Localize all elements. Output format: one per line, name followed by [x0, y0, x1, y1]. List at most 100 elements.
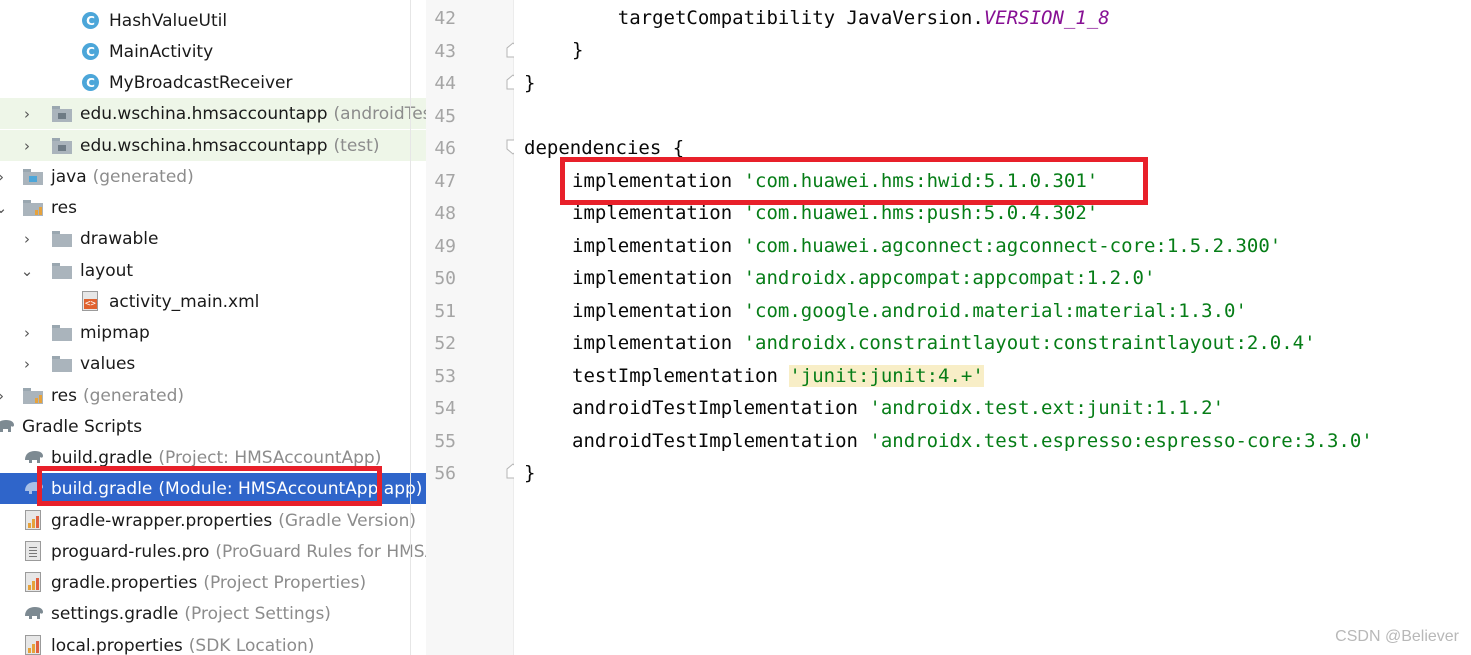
code-editor[interactable]: targetCompatibility JavaVersion.VERSION_…: [514, 0, 1471, 655]
tree-item-mybroadcastreceiver[interactable]: C MyBroadcastReceiver: [0, 67, 426, 98]
code-text: testImplementation: [572, 365, 790, 387]
tree-item-label: gradle.properties: [51, 572, 198, 593]
tree-item-label: values: [80, 353, 136, 374]
code-string: 'androidx.constraintlayout:constraintlay…: [743, 332, 1316, 354]
tree-item-sub: (ProGuard Rules for HMSA: [215, 541, 426, 562]
code-text: }: [524, 72, 536, 94]
line-number: 53: [434, 366, 456, 387]
package-folder-icon: [52, 106, 72, 122]
chevron-right-icon[interactable]: ›: [0, 387, 10, 405]
tree-item-sub: (Project Settings): [184, 603, 331, 624]
folder-icon: [52, 325, 72, 341]
line-number: 51: [434, 301, 456, 322]
class-icon: C: [82, 74, 99, 91]
tree-item-res-generated[interactable]: › res(generated): [0, 380, 426, 411]
code-line-44: }: [524, 71, 535, 95]
tree-item-label: MyBroadcastReceiver: [109, 72, 293, 93]
tree-item-activity-main-xml[interactable]: <> activity_main.xml: [0, 286, 426, 317]
tree-item-sub: (androidTest): [333, 103, 426, 124]
line-number: 42: [434, 8, 456, 29]
tree-item-sub: (SDK Location): [188, 635, 315, 655]
code-line-55: androidTestImplementation 'androidx.test…: [572, 429, 1373, 453]
folder-icon: [52, 231, 72, 247]
line-number: 47: [434, 171, 456, 192]
tree-item-label: mipmap: [80, 322, 150, 343]
code-string: 'androidx.test.ext:junit:1.1.2': [869, 397, 1225, 419]
code-text: implementation: [572, 267, 744, 289]
tree-item-java-generated[interactable]: › java(generated): [0, 161, 426, 192]
tree-item-proguard-rules[interactable]: proguard-rules.pro (ProGuard Rules for HM…: [0, 536, 426, 567]
code-string: 'androidx.test.espresso:espresso-core:3.…: [869, 430, 1373, 452]
code-constant: VERSION_1_8: [983, 7, 1110, 29]
tree-item-label: layout: [80, 260, 134, 281]
line-number: 46: [434, 138, 456, 159]
tree-item-hashvalueutil[interactable]: C HashValueUtil: [0, 5, 426, 36]
code-text: androidTestImplementation: [572, 397, 870, 419]
tree-item-label: java: [51, 166, 87, 187]
tree-item-layout[interactable]: ⌄ layout: [0, 255, 426, 286]
tree-item-gradle-scripts[interactable]: Gradle Scripts: [0, 411, 426, 442]
tree-item-label: res: [51, 197, 77, 218]
tree-item-label: build.gradle: [51, 447, 153, 468]
tree-item-values[interactable]: › values: [0, 348, 426, 379]
tree-item-local-properties[interactable]: local.properties (SDK Location): [0, 630, 426, 655]
chevron-down-icon[interactable]: ⌄: [0, 199, 10, 217]
gradle-icon: [25, 451, 43, 463]
tree-item-label: gradle-wrapper.properties: [51, 510, 273, 531]
annotation-box-tree: [37, 466, 382, 506]
annotation-box-code: [560, 157, 1148, 205]
line-number: 55: [434, 431, 456, 452]
line-number: 48: [434, 203, 456, 224]
code-string: 'com.google.android.material:material:1.…: [743, 300, 1247, 322]
chevron-right-icon[interactable]: ›: [18, 324, 36, 342]
line-number: 44: [434, 73, 456, 94]
code-line-49: implementation 'com.huawei.agconnect:agc…: [572, 234, 1281, 258]
resource-folder-icon: [23, 388, 43, 404]
tree-item-package-androidtest[interactable]: › edu.wschina.hmsaccountapp(androidTest): [0, 98, 426, 129]
code-text: }: [524, 462, 536, 484]
code-line-50: implementation 'androidx.appcompat:appco…: [572, 266, 1155, 290]
class-icon: C: [82, 12, 99, 29]
tree-item-mainactivity[interactable]: C MainActivity: [0, 36, 426, 67]
chevron-right-icon[interactable]: ›: [18, 355, 36, 373]
watermark: CSDN @Believer: [1335, 628, 1459, 645]
tree-item-label: edu.wschina.hmsaccountapp: [80, 103, 328, 124]
line-number: 43: [434, 41, 456, 62]
tree-item-settings-gradle[interactable]: settings.gradle (Project Settings): [0, 598, 426, 629]
chevron-right-icon[interactable]: ›: [0, 168, 10, 186]
tree-item-sub: (test): [333, 135, 380, 156]
line-number: 49: [434, 236, 456, 257]
chevron-right-icon[interactable]: ›: [18, 105, 36, 123]
code-text: implementation: [572, 235, 744, 257]
panel-divider[interactable]: [410, 0, 411, 655]
tree-item-label: HashValueUtil: [109, 10, 228, 31]
tree-item-label: res: [51, 385, 77, 406]
tree-item-sub: (Project Properties): [203, 572, 367, 593]
tree-item-label: Gradle Scripts: [22, 416, 143, 437]
code-text: androidTestImplementation: [572, 430, 870, 452]
code-text: dependencies {: [524, 137, 685, 159]
tree-item-gradle-wrapper-properties[interactable]: gradle-wrapper.properties (Gradle Version…: [0, 505, 426, 536]
tree-item-gradle-properties[interactable]: gradle.properties (Project Properties): [0, 567, 426, 598]
tree-item-label: edu.wschina.hmsaccountapp: [80, 135, 328, 156]
code-text: }: [572, 39, 584, 61]
tree-item-label: activity_main.xml: [109, 291, 260, 312]
chevron-right-icon[interactable]: ›: [18, 230, 36, 248]
tree-item-package-test[interactable]: › edu.wschina.hmsaccountapp (test): [0, 130, 426, 161]
line-number: 45: [434, 106, 456, 127]
tree-item-label: drawable: [80, 228, 159, 249]
code-line-52: implementation 'androidx.constraintlayou…: [572, 331, 1316, 355]
tree-item-drawable[interactable]: › drawable: [0, 223, 426, 254]
tree-item-res[interactable]: ⌄ res: [0, 192, 426, 223]
tree-item-sub: (Gradle Version): [278, 510, 416, 531]
tree-item-mipmap[interactable]: › mipmap: [0, 317, 426, 348]
tree-item-sub: (generated): [82, 385, 185, 406]
generated-folder-icon: [23, 169, 43, 185]
code-line-56: }: [524, 461, 535, 485]
code-string: 'androidx.appcompat:appcompat:1.2.0': [743, 267, 1156, 289]
package-folder-icon: [52, 138, 72, 154]
chevron-right-icon[interactable]: ›: [18, 137, 36, 155]
tree-item-label: settings.gradle: [51, 603, 179, 624]
line-number: 54: [434, 398, 456, 419]
chevron-down-icon[interactable]: ⌄: [18, 262, 36, 280]
